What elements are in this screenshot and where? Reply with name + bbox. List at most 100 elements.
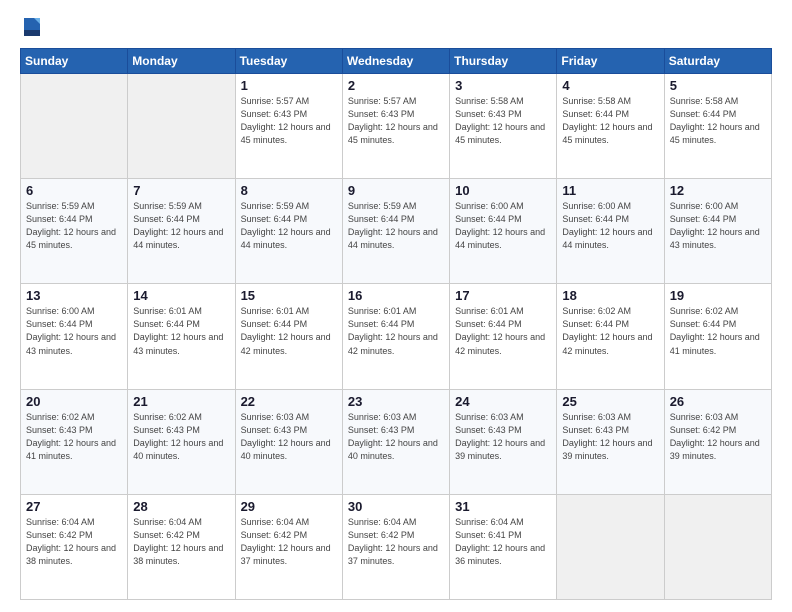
- day-info: Sunrise: 5:59 AMSunset: 6:44 PMDaylight:…: [241, 200, 337, 252]
- day-info: Sunrise: 6:03 AMSunset: 6:43 PMDaylight:…: [562, 411, 658, 463]
- day-number: 2: [348, 78, 444, 93]
- day-number: 23: [348, 394, 444, 409]
- weekday-header-sunday: Sunday: [21, 49, 128, 74]
- day-info: Sunrise: 5:59 AMSunset: 6:44 PMDaylight:…: [26, 200, 122, 252]
- day-number: 21: [133, 394, 229, 409]
- calendar-cell: 6 Sunrise: 5:59 AMSunset: 6:44 PMDaylight…: [21, 179, 128, 284]
- day-number: 12: [670, 183, 766, 198]
- calendar-cell: 25 Sunrise: 6:03 AMSunset: 6:43 PMDayligh…: [557, 389, 664, 494]
- weekday-header-friday: Friday: [557, 49, 664, 74]
- day-info: Sunrise: 5:58 AMSunset: 6:43 PMDaylight:…: [455, 95, 551, 147]
- calendar-cell: 17 Sunrise: 6:01 AMSunset: 6:44 PMDayligh…: [450, 284, 557, 389]
- calendar-cell: 16 Sunrise: 6:01 AMSunset: 6:44 PMDayligh…: [342, 284, 449, 389]
- calendar-cell: 8 Sunrise: 5:59 AMSunset: 6:44 PMDaylight…: [235, 179, 342, 284]
- calendar-cell: 5 Sunrise: 5:58 AMSunset: 6:44 PMDaylight…: [664, 74, 771, 179]
- day-number: 9: [348, 183, 444, 198]
- day-number: 4: [562, 78, 658, 93]
- day-info: Sunrise: 6:02 AMSunset: 6:44 PMDaylight:…: [670, 305, 766, 357]
- calendar-cell: 11 Sunrise: 6:00 AMSunset: 6:44 PMDayligh…: [557, 179, 664, 284]
- day-info: Sunrise: 5:58 AMSunset: 6:44 PMDaylight:…: [562, 95, 658, 147]
- day-info: Sunrise: 6:01 AMSunset: 6:44 PMDaylight:…: [348, 305, 444, 357]
- day-info: Sunrise: 6:00 AMSunset: 6:44 PMDaylight:…: [455, 200, 551, 252]
- day-number: 17: [455, 288, 551, 303]
- day-info: Sunrise: 5:57 AMSunset: 6:43 PMDaylight:…: [241, 95, 337, 147]
- calendar-cell: 21 Sunrise: 6:02 AMSunset: 6:43 PMDayligh…: [128, 389, 235, 494]
- day-info: Sunrise: 6:03 AMSunset: 6:43 PMDaylight:…: [348, 411, 444, 463]
- calendar-cell: 13 Sunrise: 6:00 AMSunset: 6:44 PMDayligh…: [21, 284, 128, 389]
- calendar-cell: 15Sunrise: 6:01 AMSunset: 6:44 PMDayligh…: [235, 284, 342, 389]
- calendar-cell: 20 Sunrise: 6:02 AMSunset: 6:43 PMDayligh…: [21, 389, 128, 494]
- calendar-cell: 27Sunrise: 6:04 AMSunset: 6:42 PMDayligh…: [21, 494, 128, 599]
- weekday-header-saturday: Saturday: [664, 49, 771, 74]
- calendar-cell: 19 Sunrise: 6:02 AMSunset: 6:44 PMDayligh…: [664, 284, 771, 389]
- calendar-cell: 7Sunrise: 5:59 AMSunset: 6:44 PMDaylight…: [128, 179, 235, 284]
- calendar-cell: [557, 494, 664, 599]
- day-info: Sunrise: 6:03 AMSunset: 6:43 PMDaylight:…: [455, 411, 551, 463]
- weekday-header-tuesday: Tuesday: [235, 49, 342, 74]
- calendar-cell: 23 Sunrise: 6:03 AMSunset: 6:43 PMDayligh…: [342, 389, 449, 494]
- calendar-cell: 9 Sunrise: 5:59 AMSunset: 6:44 PMDaylight…: [342, 179, 449, 284]
- calendar-cell: 2 Sunrise: 5:57 AMSunset: 6:43 PMDaylight…: [342, 74, 449, 179]
- logo: [20, 16, 46, 40]
- calendar-week-3: 13 Sunrise: 6:00 AMSunset: 6:44 PMDayligh…: [21, 284, 772, 389]
- calendar-cell: [21, 74, 128, 179]
- day-info: Sunrise: 6:04 AMSunset: 6:42 PMDaylight:…: [133, 516, 229, 568]
- calendar-cell: 1Sunrise: 5:57 AMSunset: 6:43 PMDaylight…: [235, 74, 342, 179]
- day-number: 30: [348, 499, 444, 514]
- day-info: Sunrise: 6:01 AMSunset: 6:44 PMDaylight:…: [455, 305, 551, 357]
- day-info: Sunrise: 6:00 AMSunset: 6:44 PMDaylight:…: [26, 305, 122, 357]
- weekday-row: SundayMondayTuesdayWednesdayThursdayFrid…: [21, 49, 772, 74]
- day-number: 13: [26, 288, 122, 303]
- calendar-week-1: 1Sunrise: 5:57 AMSunset: 6:43 PMDaylight…: [21, 74, 772, 179]
- day-info: Sunrise: 5:57 AMSunset: 6:43 PMDaylight:…: [348, 95, 444, 147]
- day-info: Sunrise: 6:01 AMSunset: 6:44 PMDaylight:…: [133, 305, 229, 357]
- day-number: 25: [562, 394, 658, 409]
- day-number: 20: [26, 394, 122, 409]
- calendar-week-2: 6 Sunrise: 5:59 AMSunset: 6:44 PMDaylight…: [21, 179, 772, 284]
- calendar-cell: 12 Sunrise: 6:00 AMSunset: 6:44 PMDayligh…: [664, 179, 771, 284]
- day-number: 6: [26, 183, 122, 198]
- day-number: 19: [670, 288, 766, 303]
- day-info: Sunrise: 5:58 AMSunset: 6:44 PMDaylight:…: [670, 95, 766, 147]
- day-number: 31: [455, 499, 551, 514]
- day-number: 3: [455, 78, 551, 93]
- header: [20, 16, 772, 40]
- day-number: 11: [562, 183, 658, 198]
- weekday-header-monday: Monday: [128, 49, 235, 74]
- day-number: 15: [241, 288, 337, 303]
- calendar-cell: 14 Sunrise: 6:01 AMSunset: 6:44 PMDayligh…: [128, 284, 235, 389]
- calendar-cell: 3 Sunrise: 5:58 AMSunset: 6:43 PMDaylight…: [450, 74, 557, 179]
- page: SundayMondayTuesdayWednesdayThursdayFrid…: [0, 0, 792, 612]
- day-info: Sunrise: 6:04 AMSunset: 6:42 PMDaylight:…: [26, 516, 122, 568]
- calendar-header: SundayMondayTuesdayWednesdayThursdayFrid…: [21, 49, 772, 74]
- calendar-cell: 26Sunrise: 6:03 AMSunset: 6:42 PMDayligh…: [664, 389, 771, 494]
- day-info: Sunrise: 6:00 AMSunset: 6:44 PMDaylight:…: [562, 200, 658, 252]
- day-number: 7: [133, 183, 229, 198]
- calendar-cell: 29 Sunrise: 6:04 AMSunset: 6:42 PMDayligh…: [235, 494, 342, 599]
- day-number: 24: [455, 394, 551, 409]
- day-info: Sunrise: 5:59 AMSunset: 6:44 PMDaylight:…: [348, 200, 444, 252]
- day-info: Sunrise: 6:02 AMSunset: 6:44 PMDaylight:…: [562, 305, 658, 357]
- day-number: 14: [133, 288, 229, 303]
- day-number: 29: [241, 499, 337, 514]
- day-number: 8: [241, 183, 337, 198]
- calendar-cell: 4 Sunrise: 5:58 AMSunset: 6:44 PMDaylight…: [557, 74, 664, 179]
- calendar-cell: 18Sunrise: 6:02 AMSunset: 6:44 PMDayligh…: [557, 284, 664, 389]
- day-info: Sunrise: 6:04 AMSunset: 6:42 PMDaylight:…: [348, 516, 444, 568]
- day-number: 28: [133, 499, 229, 514]
- day-info: Sunrise: 6:02 AMSunset: 6:43 PMDaylight:…: [133, 411, 229, 463]
- day-info: Sunrise: 6:00 AMSunset: 6:44 PMDaylight:…: [670, 200, 766, 252]
- calendar-cell: 30 Sunrise: 6:04 AMSunset: 6:42 PMDayligh…: [342, 494, 449, 599]
- calendar-week-5: 27Sunrise: 6:04 AMSunset: 6:42 PMDayligh…: [21, 494, 772, 599]
- day-number: 5: [670, 78, 766, 93]
- weekday-header-thursday: Thursday: [450, 49, 557, 74]
- day-info: Sunrise: 6:04 AMSunset: 6:42 PMDaylight:…: [241, 516, 337, 568]
- calendar-cell: 24 Sunrise: 6:03 AMSunset: 6:43 PMDayligh…: [450, 389, 557, 494]
- day-number: 16: [348, 288, 444, 303]
- day-info: Sunrise: 6:04 AMSunset: 6:41 PMDaylight:…: [455, 516, 551, 568]
- calendar-body: 1Sunrise: 5:57 AMSunset: 6:43 PMDaylight…: [21, 74, 772, 600]
- calendar-week-4: 20 Sunrise: 6:02 AMSunset: 6:43 PMDayligh…: [21, 389, 772, 494]
- calendar-cell: 10Sunrise: 6:00 AMSunset: 6:44 PMDayligh…: [450, 179, 557, 284]
- weekday-header-wednesday: Wednesday: [342, 49, 449, 74]
- day-info: Sunrise: 6:02 AMSunset: 6:43 PMDaylight:…: [26, 411, 122, 463]
